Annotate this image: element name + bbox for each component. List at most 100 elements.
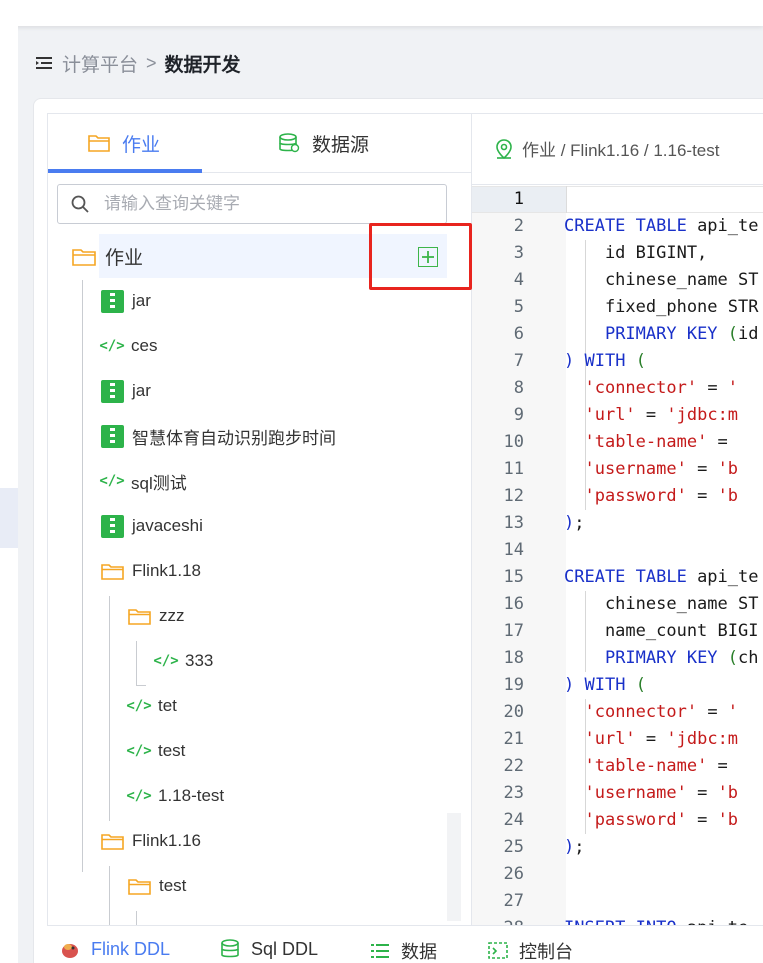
tree-item-label: sql测试 bbox=[131, 473, 187, 493]
list-icon bbox=[369, 940, 391, 962]
search-input[interactable] bbox=[104, 194, 404, 214]
bottom-tab-bar: Flink DDL Sql DDL 数据 控制台 bbox=[47, 925, 763, 963]
code-line[interactable]: ) WITH ( bbox=[564, 348, 646, 375]
line-number: 1 bbox=[513, 189, 524, 209]
tab-label: 控制台 bbox=[519, 942, 573, 962]
breadcrumb: 计算平台 > 数据开发 bbox=[35, 48, 241, 78]
tree-item-label: test bbox=[159, 876, 187, 895]
line-number: 21 bbox=[503, 729, 524, 749]
side-menu-selected[interactable] bbox=[0, 488, 18, 548]
tab-data[interactable]: 数据 bbox=[369, 938, 437, 963]
tree-item[interactable]: </> 333 bbox=[153, 646, 213, 676]
tree-item[interactable]: javaceshi bbox=[101, 511, 203, 541]
location-pin-icon bbox=[496, 138, 512, 159]
tree-item[interactable]: </> ces bbox=[99, 331, 157, 361]
code-line[interactable]: 'connector' = ' bbox=[564, 699, 738, 726]
tree-item[interactable]: </> 1.18-test bbox=[126, 781, 225, 811]
folder-icon bbox=[88, 135, 110, 152]
tree-item[interactable]: 智慧体育自动识别跑步时间 bbox=[101, 421, 336, 451]
code-line[interactable]: ) WITH ( bbox=[564, 672, 646, 699]
code-editor-panel: 作业 / Flink1.16 / 1.16-test 1 2 3 4 5 6 7 8 9 10 11… bbox=[472, 113, 763, 963]
tree-item-label: tet bbox=[158, 696, 177, 715]
code-line[interactable]: 'connector' = ' bbox=[564, 375, 738, 402]
line-number: 6 bbox=[513, 324, 524, 344]
code-line[interactable]: 'password' = 'b bbox=[564, 807, 738, 834]
jar-icon bbox=[101, 424, 124, 448]
line-number: 3 bbox=[513, 243, 524, 263]
line-number: 22 bbox=[503, 756, 524, 776]
tree-scrollbar[interactable] bbox=[447, 813, 461, 921]
tab-console[interactable]: 控制台 bbox=[487, 938, 573, 963]
tab-flink-ddl[interactable]: Flink DDL bbox=[59, 938, 170, 960]
code-icon: </> bbox=[126, 698, 152, 714]
top-bar bbox=[0, 0, 763, 26]
tab-job-label: 作业 bbox=[122, 134, 161, 156]
tree-item[interactable]: </> test bbox=[126, 736, 185, 766]
tab-label: Sql DDL bbox=[251, 938, 319, 959]
code-line[interactable]: 'username' = 'b bbox=[564, 456, 738, 483]
code-icon: </> bbox=[153, 653, 179, 669]
database-icon bbox=[279, 133, 300, 153]
tree-folder[interactable]: zzz bbox=[128, 601, 185, 631]
tree-item-label: Flink1.18 bbox=[132, 561, 201, 580]
code-line[interactable]: id BIGINT, bbox=[564, 240, 707, 267]
line-number: 14 bbox=[503, 540, 524, 560]
line-number: 19 bbox=[503, 675, 524, 695]
tree-item[interactable]: </> tet bbox=[126, 691, 177, 721]
tree-guide-line bbox=[109, 596, 110, 821]
code-line[interactable]: ); bbox=[564, 510, 585, 537]
code-line[interactable]: ); bbox=[564, 834, 585, 861]
tree-folder[interactable]: Flink1.16 bbox=[101, 826, 201, 856]
tree-item[interactable]: jar bbox=[101, 286, 151, 316]
search-box bbox=[57, 184, 447, 224]
squirrel-icon bbox=[59, 938, 81, 960]
code-line[interactable]: CREATE TABLE api_te bbox=[564, 564, 758, 591]
line-number: 15 bbox=[503, 567, 524, 587]
line-number: 16 bbox=[503, 594, 524, 614]
tab-sql-ddl[interactable]: Sql DDL bbox=[219, 938, 318, 960]
code-icon: </> bbox=[126, 743, 152, 759]
tab-datasource[interactable]: 数据源 bbox=[278, 114, 369, 172]
code-line[interactable]: chinese_name ST bbox=[564, 591, 759, 618]
code-line[interactable]: 'url' = 'jdbc:m bbox=[564, 726, 738, 753]
tree-folder[interactable]: Flink1.18 bbox=[101, 556, 201, 586]
tree-item[interactable]: jar bbox=[101, 376, 151, 406]
code-line[interactable]: name_count BIGI bbox=[564, 618, 759, 645]
code-line[interactable]: 'url' = 'jdbc:m bbox=[564, 402, 738, 429]
chevron-right-icon: > bbox=[146, 52, 157, 73]
tree-item-label: 1.18-test bbox=[158, 786, 225, 805]
search-icon bbox=[71, 195, 89, 213]
code-line[interactable]: PRIMARY KEY (ch bbox=[564, 645, 759, 672]
code-line[interactable]: 'username' = 'b bbox=[564, 780, 738, 807]
line-number: 2 bbox=[513, 216, 524, 236]
tab-label: 数据 bbox=[401, 942, 437, 962]
jar-icon bbox=[101, 514, 124, 538]
breadcrumb-current: 数据开发 bbox=[164, 54, 241, 76]
folder-icon bbox=[128, 608, 151, 625]
jar-icon bbox=[101, 289, 124, 313]
code-line[interactable]: PRIMARY KEY (id bbox=[564, 321, 759, 348]
line-number: 10 bbox=[503, 432, 524, 452]
tree-guide-line bbox=[136, 641, 137, 686]
breadcrumb-parent[interactable]: 计算平台 bbox=[62, 50, 138, 77]
code-line[interactable]: chinese_name ST bbox=[564, 267, 759, 294]
code-line[interactable]: CREATE TABLE api_te bbox=[564, 213, 758, 240]
active-tab-indicator bbox=[48, 169, 202, 173]
code-line[interactable]: fixed_phone STR bbox=[564, 294, 759, 321]
highlight-annotation bbox=[369, 223, 472, 290]
code-line[interactable]: 'password' = 'b bbox=[564, 483, 738, 510]
tree-root-label[interactable]: 作业 bbox=[105, 243, 143, 270]
menu-fold-icon[interactable] bbox=[35, 54, 53, 72]
line-number: 7 bbox=[513, 351, 524, 371]
tree-folder[interactable]: test bbox=[128, 871, 186, 901]
tree-item[interactable]: </> sql测试 bbox=[99, 466, 187, 496]
tab-job[interactable]: 作业 bbox=[88, 114, 160, 172]
line-number: 20 bbox=[503, 702, 524, 722]
code-line[interactable]: 'table-name' = bbox=[564, 753, 727, 780]
editor-path-text: 作业 / Flink1.16 / 1.16-test bbox=[522, 141, 720, 160]
line-number: 18 bbox=[503, 648, 524, 668]
divider bbox=[566, 186, 567, 213]
code-line[interactable]: 'table-name' = bbox=[564, 429, 727, 456]
jar-icon bbox=[101, 379, 124, 403]
line-number: 23 bbox=[503, 783, 524, 803]
